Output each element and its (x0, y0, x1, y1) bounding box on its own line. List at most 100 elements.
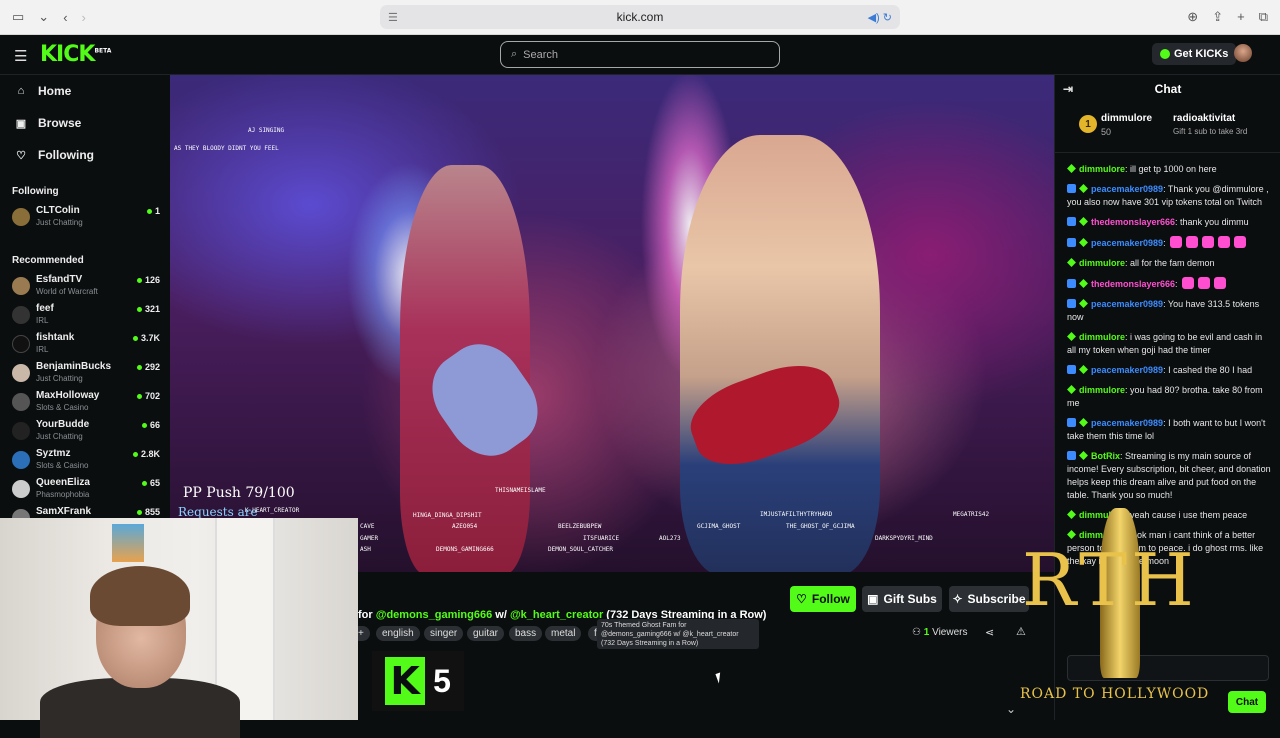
avatar (12, 306, 30, 324)
sidebar-channel[interactable]: MaxHolloway Slots & Casino 702 (12, 389, 160, 415)
chat-message: peacemaker0989: I both want to but I won… (1067, 418, 1266, 441)
chat-message: BotRix: Streaming is my main source of i… (1067, 451, 1271, 500)
kick-k-icon: K (385, 657, 426, 705)
tabs-icon[interactable]: ⧉ (1259, 9, 1268, 25)
chat-send-button[interactable]: Chat (1228, 691, 1266, 713)
heart-icon: ♡ (796, 592, 807, 606)
sidebar-icon[interactable]: ▭ (12, 9, 24, 25)
follow-button[interactable]: ♡ Follow (790, 586, 856, 612)
chat-panel: ⇥ Chat 1 dimmulore 50 radioaktivitat Gif… (1054, 75, 1280, 720)
sidebar-channel[interactable]: EsfandTV World of Warcraft 126 (12, 273, 160, 299)
user-avatar[interactable] (1234, 44, 1252, 62)
audio-icon[interactable]: ◀) ↻ (868, 11, 892, 24)
forward-icon[interactable]: › (82, 10, 86, 25)
streamer-hair (90, 566, 190, 626)
avatar (12, 393, 30, 411)
webcam-overlay (0, 518, 358, 738)
avatar (12, 364, 30, 382)
download-icon[interactable]: ⊕ (1187, 9, 1198, 25)
report-icon[interactable]: ⚠ (1016, 625, 1026, 638)
sidebar-channel[interactable]: fishtank IRL 3.7K (12, 331, 160, 357)
sidebar-channel[interactable]: QueenEliza Phasmophobia 65 (12, 476, 160, 502)
viewers-icon: ⚇ (912, 627, 921, 638)
nav-browse[interactable]: ▣ Browse (14, 116, 82, 130)
wall-picture (112, 524, 144, 562)
chat-message: dimmulore: ill get tp 1000 on here (1067, 163, 1273, 176)
sidebar-channel[interactable]: Syztmz Slots & Casino 2.8K (12, 447, 160, 473)
chat-message: dimmulore: yeah cause i use them peace (1067, 509, 1273, 522)
page-icon: ☰ (388, 11, 398, 24)
chat-header: ⇥ Chat (1063, 82, 1182, 96)
title-tooltip: 70s Themed Ghost Fam for @demons_gaming6… (597, 619, 759, 649)
rth-logo: RTH (1022, 538, 1198, 622)
home-icon: ⌂ (17, 85, 25, 97)
chat-input[interactable] (1067, 655, 1269, 681)
search-input[interactable]: ⌕ Search (500, 41, 780, 68)
browser-toolbar: ▭ ⌄ ‹ › ☰ kick.com ◀) ↻ ⊕ ⇪ + ⧉ (0, 0, 1280, 35)
emote-icon (1170, 236, 1183, 248)
share-icon[interactable]: ⇪ (1212, 9, 1223, 25)
avatar (12, 480, 30, 498)
pp-push-counter: PP Push 79/100 (183, 485, 295, 501)
tag-metal[interactable]: metal (545, 626, 582, 641)
chat-message: peacemaker0989: Thank you @dimmulore , y… (1067, 184, 1269, 207)
subscribe-button[interactable]: ✧ Subscribe (949, 586, 1029, 612)
chevron-down-icon[interactable]: ⌄ (1006, 702, 1016, 716)
kicks-icon (1160, 49, 1170, 59)
sidebar-channel[interactable]: feef IRL 321 (12, 302, 160, 328)
chat-message: peacemaker0989: (1067, 236, 1273, 250)
avatar (12, 208, 30, 226)
get-kicks-button[interactable]: Get KICKs (1152, 43, 1237, 65)
chat-message: thedemonslayer666: thank you dimmu (1067, 216, 1273, 229)
nav-following[interactable]: ♡ Following (14, 148, 94, 162)
chat-message: dimmulore: all for the fam demon (1067, 257, 1273, 270)
share-icon[interactable]: ⋖ (985, 626, 994, 639)
heart-icon: ♡ (16, 149, 26, 162)
site-header: ☰ KICKBETA ⌕ Search Get KICKs (0, 35, 1280, 75)
avatar (12, 335, 30, 353)
rank-coin-icon: 1 (1079, 115, 1097, 133)
emote-icon (1218, 236, 1231, 248)
sidebar-channel[interactable]: CLTColin Just Chatting 1 (12, 204, 160, 230)
emote-icon (1182, 277, 1195, 289)
tag-english[interactable]: english (376, 626, 420, 641)
recommended-heading: Recommended (12, 255, 84, 266)
tag-bass[interactable]: bass (509, 626, 543, 641)
emote-icon (1202, 236, 1215, 248)
leaderboard: 1 dimmulore 50 radioaktivitat Gift 1 sub… (1055, 107, 1280, 153)
browse-icon: ▣ (15, 117, 27, 130)
menu-icon[interactable]: ☰ (14, 47, 27, 65)
tag-singer[interactable]: singer (424, 626, 464, 641)
avatar (12, 422, 30, 440)
kick-logo[interactable]: KICKBETA (40, 42, 111, 67)
emote-icon (1198, 277, 1211, 289)
tag-guitar[interactable]: guitar (467, 626, 505, 641)
video-player[interactable]: AJ SINGING AS THEY BLOODY DIDNT YOU FEEL… (170, 75, 1054, 572)
avatar (12, 451, 30, 469)
chat-message: peacemaker0989: I cashed the 80 I had (1067, 364, 1273, 377)
sidebar-channel[interactable]: BenjaminBucks Just Chatting 292 (12, 360, 160, 386)
rth-subtitle: ROAD TO HOLLYWOOD (1020, 686, 1210, 702)
chat-message: thedemonslayer666: (1067, 277, 1273, 291)
emote-icon (1186, 236, 1199, 248)
chat-messages: dimmulore: ill get tp 1000 on here peace… (1067, 163, 1273, 575)
gift-subs-button[interactable]: ▣ Gift Subs (862, 586, 942, 612)
back-icon[interactable]: ‹ (63, 10, 67, 25)
sidebar-channel[interactable]: YourBudde Just Chatting 66 (12, 418, 160, 444)
chevron-down-icon[interactable]: ⌄ (38, 9, 49, 25)
emote-icon (1214, 277, 1227, 289)
new-tab-icon[interactable]: + (1237, 9, 1245, 25)
search-placeholder: Search (523, 48, 559, 61)
requests-label: Requests are (178, 505, 258, 519)
address-bar[interactable]: ☰ kick.com ◀) ↻ (380, 5, 900, 29)
gift-icon: ▣ (867, 592, 879, 606)
search-icon: ⌕ (511, 48, 518, 60)
kick-counter-badge: K 5 (372, 651, 464, 711)
star-icon: ✧ (952, 592, 963, 606)
url-text: kick.com (616, 10, 664, 24)
chat-message: peacemaker0989: You have 313.5 tokens no… (1067, 299, 1260, 322)
viewer-count: ⚇ 1 Viewers (912, 627, 968, 638)
nav-home[interactable]: ⌂ Home (14, 84, 72, 98)
performer-right (680, 135, 880, 572)
collapse-chat-icon[interactable]: ⇥ (1063, 82, 1073, 96)
